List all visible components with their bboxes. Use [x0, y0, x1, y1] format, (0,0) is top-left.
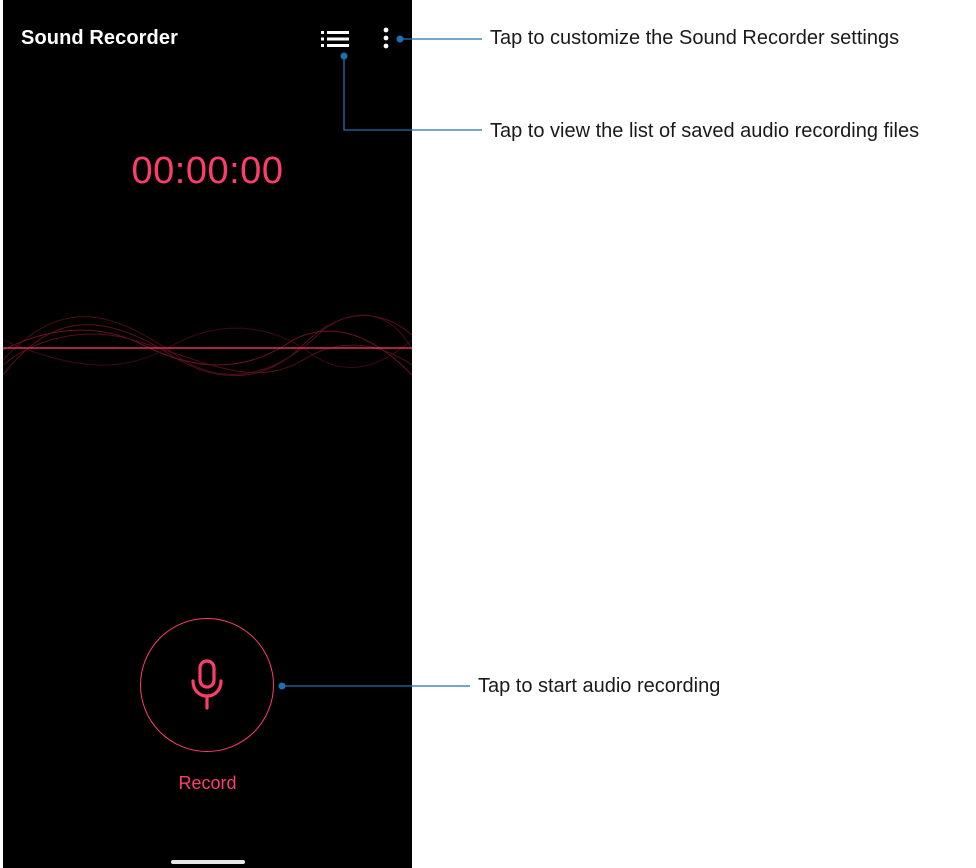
waveform-visualizer	[3, 314, 412, 377]
more-options-button[interactable]	[378, 26, 394, 50]
record-button[interactable]	[140, 618, 274, 752]
phone-screen: Sound Recorder 00:00:00 Record	[3, 0, 412, 868]
recording-timer: 00:00:00	[131, 150, 284, 192]
settings-callout: Tap to customize the Sound Recorder sett…	[490, 27, 900, 49]
app-title: Sound Recorder	[21, 27, 178, 49]
record-label: Record	[178, 773, 237, 793]
more-vertical-icon	[383, 27, 389, 49]
record-callout: Tap to start audio recording	[478, 675, 721, 697]
list-icon	[321, 31, 349, 47]
page: Sound Recorder 00:00:00 Record Tap to cu…	[0, 0, 976, 868]
recordings-list-button[interactable]	[321, 29, 351, 49]
microphone-icon	[191, 659, 223, 710]
list-callout: Tap to view the list of saved audio reco…	[490, 120, 920, 142]
home-indicator	[171, 860, 245, 864]
